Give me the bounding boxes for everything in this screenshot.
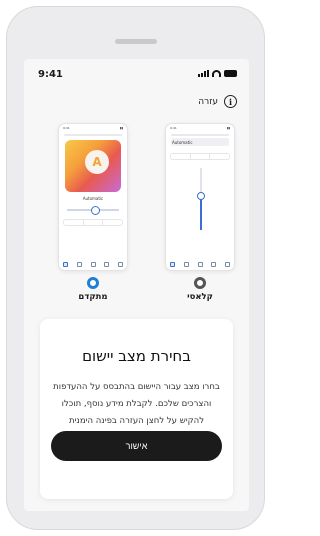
classic-option-label: קלאסי xyxy=(187,292,213,302)
info-icon: i xyxy=(224,95,237,108)
classic-mode-preview[interactable]: 9:41 ▮▮ Automatic xyxy=(165,123,235,271)
help-label: עזרה xyxy=(198,96,218,107)
status-icons xyxy=(198,70,237,77)
phone-speaker xyxy=(115,39,157,44)
mode-selection-card: בחירת מצב יישום בחרו מצב עבור היישום בהת… xyxy=(40,319,233,499)
volume-slider-vertical-mini xyxy=(197,168,205,230)
wifi-icon xyxy=(212,70,221,77)
preview-caption: Automatic xyxy=(82,196,104,201)
battery-icon xyxy=(224,70,237,77)
confirm-button[interactable]: אישור xyxy=(51,431,222,461)
classic-radio[interactable] xyxy=(194,277,206,289)
mini-bottom-nav xyxy=(63,262,123,267)
app-screen: 9:41 i עזרה 9:41 ▮▮ A Automatic 9:41 ▮▮ … xyxy=(24,59,249,511)
advanced-mode-preview[interactable]: 9:41 ▮▮ A Automatic xyxy=(58,123,128,271)
mini-header-line xyxy=(64,134,122,136)
mini-header-line xyxy=(171,134,229,136)
mini-tabs xyxy=(170,153,230,160)
mini-bottom-nav xyxy=(170,262,230,267)
preview-caption: Automatic xyxy=(172,140,193,145)
volume-slider-mini xyxy=(67,206,119,215)
advanced-option-label: מתקדם xyxy=(78,292,108,302)
mini-status-bar: 9:41 ▮▮ xyxy=(170,126,230,130)
mini-status-bar: 9:41 ▮▮ xyxy=(63,126,123,130)
sheet-title: בחירת מצב יישום xyxy=(82,347,191,365)
program-letter-icon: A xyxy=(85,150,109,174)
mini-tabs xyxy=(63,219,123,226)
program-artwork: A xyxy=(65,140,121,192)
status-time: 9:41 xyxy=(38,69,63,80)
advanced-radio[interactable] xyxy=(87,277,99,289)
help-button[interactable]: i עזרה xyxy=(198,95,237,108)
status-bar: 9:41 xyxy=(24,59,249,85)
signal-icon xyxy=(198,70,209,77)
phone-frame: 9:41 i עזרה 9:41 ▮▮ A Automatic 9:41 ▮▮ … xyxy=(6,6,265,530)
